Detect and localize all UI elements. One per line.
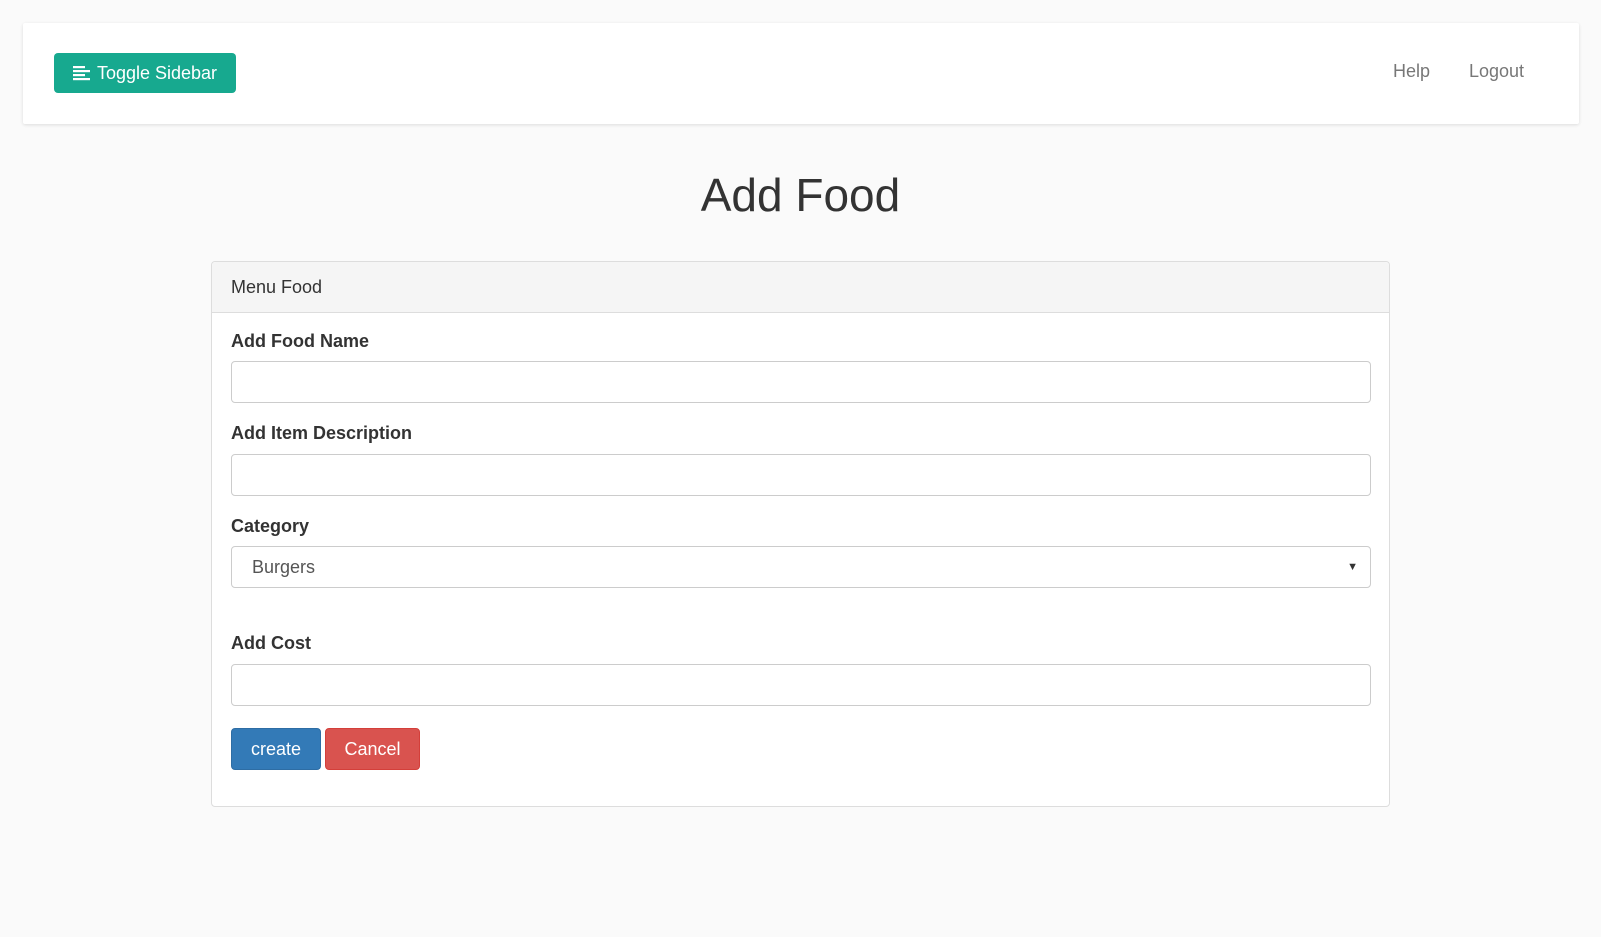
category-selected-value: Burgers [252, 556, 316, 577]
toggle-sidebar-button[interactable]: Toggle Sidebar [54, 53, 236, 93]
top-navbar: Toggle Sidebar Help Logout [23, 23, 1579, 124]
category-label: Category [231, 516, 310, 536]
cost-input[interactable] [231, 664, 1371, 706]
create-button[interactable]: create [231, 728, 321, 770]
help-link[interactable]: Help [1393, 61, 1430, 82]
page-title: Add Food [700, 169, 901, 221]
category-select[interactable]: Burgers ▼ [231, 546, 1371, 588]
food-name-label: Add Food Name [231, 331, 369, 351]
align-left-icon [72, 65, 91, 81]
caret-down-icon: ▼ [1347, 561, 1358, 573]
toggle-sidebar-label: Toggle Sidebar [96, 62, 218, 83]
item-description-input[interactable] [231, 454, 1371, 496]
item-description-label: Add Item Description [231, 423, 413, 443]
food-name-input[interactable] [231, 361, 1371, 403]
panel-heading: Menu Food [212, 262, 1389, 313]
logout-link[interactable]: Logout [1469, 61, 1524, 82]
cost-label: Add Cost [231, 633, 311, 653]
menu-food-panel: Menu Food Add Food Name Add Item Descrip… [211, 261, 1390, 807]
cancel-button[interactable]: Cancel [325, 728, 420, 770]
